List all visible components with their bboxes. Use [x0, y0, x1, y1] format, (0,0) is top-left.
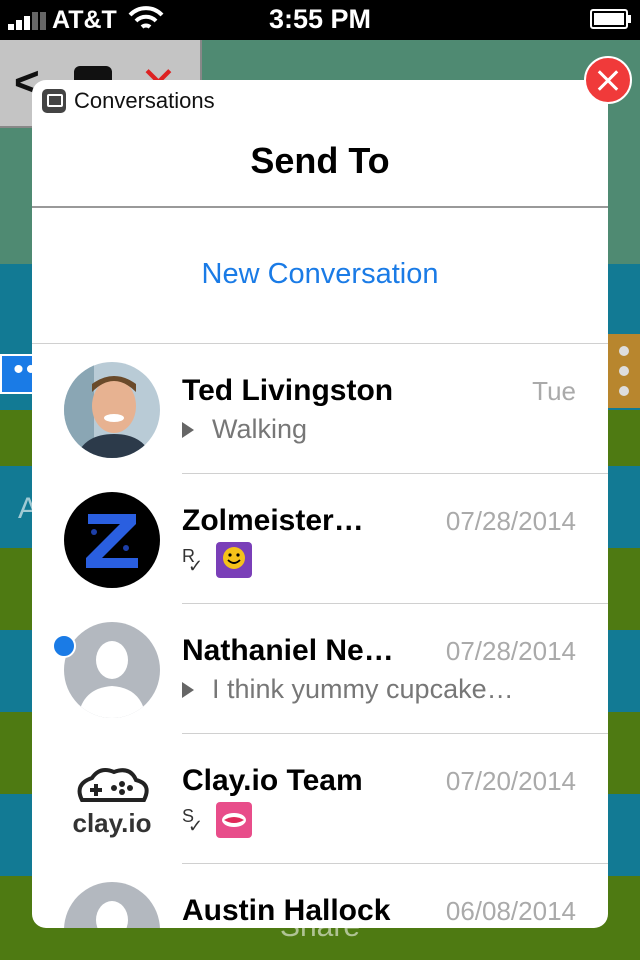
svg-text:clay.io: clay.io — [72, 808, 151, 838]
smiley-sticker-icon — [216, 542, 252, 578]
conversation-row[interactable]: Ted Livingston Tue Walking — [32, 344, 608, 474]
last-message: Walking — [182, 414, 307, 445]
contact-name: Ted Livingston — [182, 374, 394, 407]
last-message: I think yummy cupcake… — [182, 674, 514, 705]
play-icon — [182, 681, 194, 698]
avatar — [64, 362, 160, 458]
unread-indicator — [52, 634, 76, 658]
clay-io-logo: clay.io — [64, 752, 160, 848]
send-to-modal: Conversations Send To New Conversation T… — [32, 80, 608, 928]
app-name: Conversations — [74, 88, 215, 113]
play-icon — [182, 421, 194, 438]
last-message-text: I think yummy cupcake… — [212, 674, 514, 704]
status-bar: AT&T 3:55 PM — [0, 0, 640, 40]
avatar — [64, 492, 160, 588]
battery-icon — [590, 9, 631, 29]
conversation-row[interactable]: Zolmeister… 07/28/2014 R ✓ — [32, 474, 608, 604]
divider — [32, 206, 608, 208]
received-status-icon: R ✓ — [182, 546, 204, 576]
conversation-row[interactable]: Austin Hallock 06/08/2014 — [32, 864, 608, 928]
close-button[interactable] — [584, 56, 632, 104]
conversation-date: 07/28/2014 — [445, 506, 576, 536]
modal-title: Send To — [250, 140, 390, 181]
conversation-date: Tue — [532, 376, 576, 406]
contact-name: Nathaniel Ne… — [182, 634, 394, 667]
conversation-date: 07/20/2014 — [445, 766, 576, 796]
conversation-date: 06/08/2014 — [445, 896, 576, 926]
contact-name: Zolmeister… — [182, 504, 364, 537]
background-vertical-dots-icon — [608, 334, 640, 408]
conversation-date: 07/28/2014 — [445, 636, 576, 666]
new-conversation-button[interactable]: New Conversation — [32, 258, 608, 291]
modal-app-header: Conversations — [42, 88, 215, 114]
lips-sticker-icon — [216, 802, 252, 838]
conversation-row[interactable]: clay.io Clay.io Team 07/20/2014 S ✓ — [32, 734, 608, 864]
contact-name: Austin Hallock — [182, 894, 391, 927]
chat-bubble-icon — [42, 89, 66, 113]
conversation-row[interactable]: Nathaniel Ne… 07/28/2014 I think yummy c… — [32, 604, 608, 734]
sent-status-icon: S ✓ — [182, 806, 204, 836]
last-message-text: Walking — [212, 414, 308, 444]
status-time: 3:55 PM — [268, 4, 372, 34]
default-avatar-icon — [64, 882, 160, 928]
contact-name: Clay.io Team — [182, 764, 363, 797]
default-avatar-icon — [64, 622, 160, 718]
